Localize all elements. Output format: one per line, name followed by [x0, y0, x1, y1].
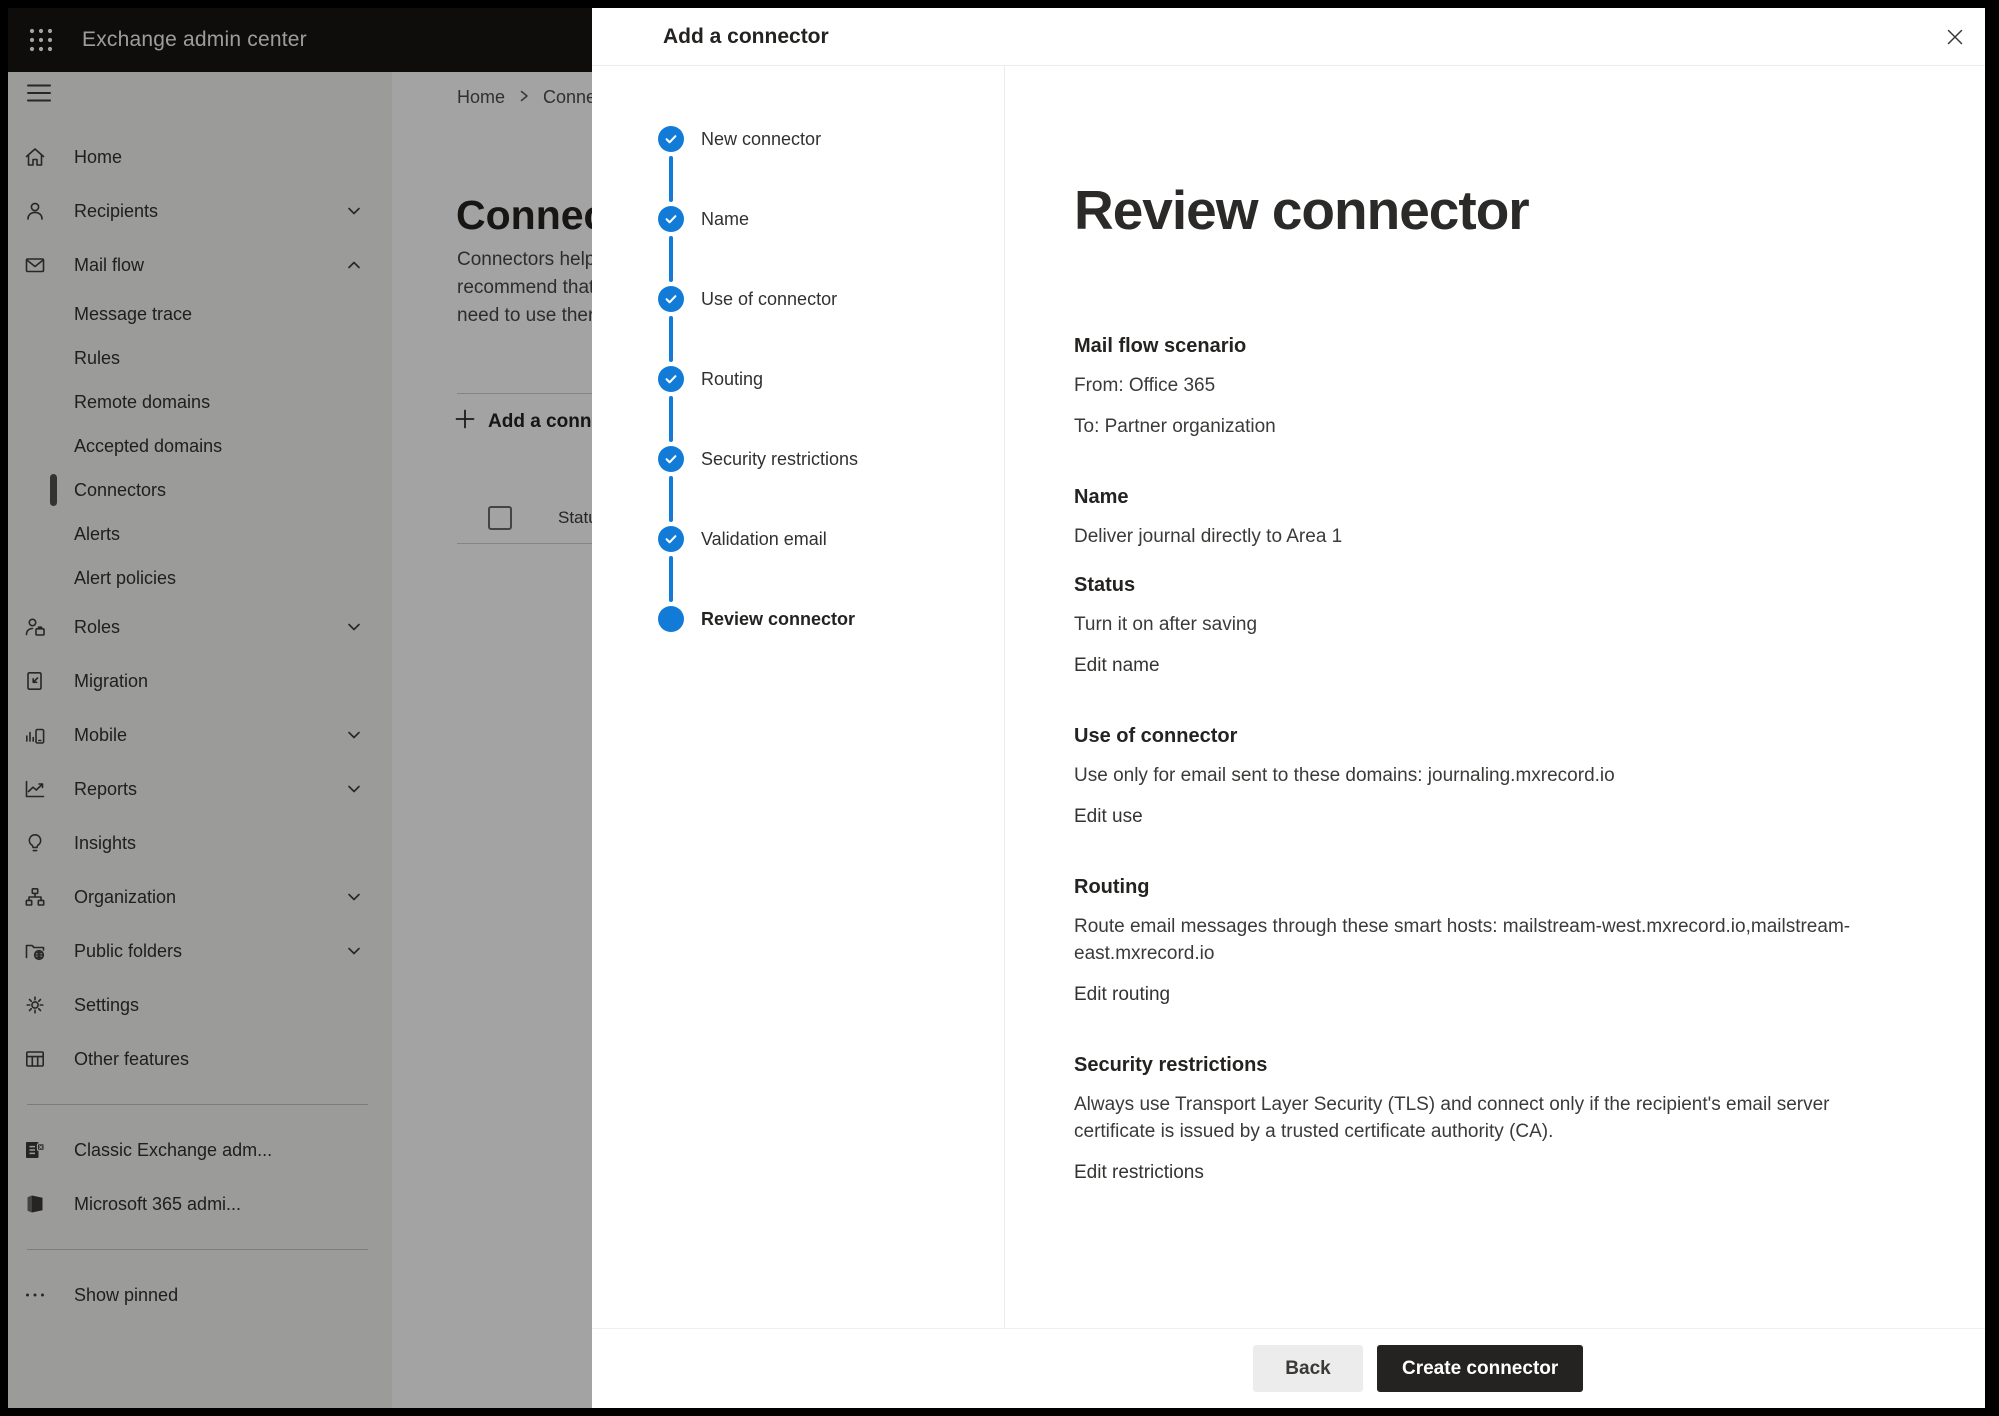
wizard-step-label: Security restrictions — [701, 449, 858, 470]
wizard-step-label: Name — [701, 209, 749, 230]
review-value-text: To: Partner organization — [1074, 413, 1858, 440]
edit-restrictions-link[interactable]: Edit restrictions — [1074, 1159, 1204, 1186]
review-summary: Mail flow scenario From: Office 365 To: Pa… — [1074, 335, 1985, 1186]
review-value-text: Turn it on after saving — [1074, 611, 1858, 638]
review-section-title: Name — [1074, 486, 1858, 509]
review-value-text: Route email messages through these smart… — [1074, 913, 1858, 967]
wizard-step-label: Validation email — [701, 529, 827, 550]
edit-use-link[interactable]: Edit use — [1074, 803, 1143, 830]
review-value-text: From: Office 365 — [1074, 372, 1858, 399]
back-button[interactable]: Back — [1253, 1345, 1363, 1392]
review-section-title: Security restrictions — [1074, 1054, 1858, 1077]
step-complete-check-icon — [658, 206, 684, 232]
step-current-dot-icon — [658, 606, 684, 632]
wizard-stepper: New connector Name Use of connector Rout… — [592, 66, 1005, 1328]
modal-body: New connector Name Use of connector Rout… — [592, 66, 1985, 1328]
review-heading: Review connector — [1074, 180, 1985, 240]
review-panel: Review connector Mail flow scenario From:… — [1005, 66, 1985, 1328]
wizard-step-label: Use of connector — [701, 289, 837, 310]
wizard-step-use-of-connector[interactable]: Use of connector — [592, 259, 1004, 339]
review-section-title: Use of connector — [1074, 725, 1858, 748]
add-connector-modal: Add a connector New connector Name Use o… — [592, 8, 1985, 1408]
edit-routing-link[interactable]: Edit routing — [1074, 981, 1170, 1008]
review-value-text: Always use Transport Layer Security (TLS… — [1074, 1091, 1858, 1145]
step-complete-check-icon — [658, 446, 684, 472]
close-icon[interactable] — [1937, 19, 1973, 55]
review-section-title: Mail flow scenario — [1074, 335, 1858, 358]
review-value-text: Use only for email sent to these domains… — [1074, 762, 1858, 789]
step-complete-check-icon — [658, 366, 684, 392]
wizard-step-review-connector[interactable]: Review connector — [592, 579, 1004, 659]
create-connector-button[interactable]: Create connector — [1377, 1345, 1583, 1392]
step-complete-check-icon — [658, 126, 684, 152]
modal-header: Add a connector — [592, 8, 1985, 66]
wizard-step-security-restrictions[interactable]: Security restrictions — [592, 419, 1004, 499]
wizard-step-validation-email[interactable]: Validation email — [592, 499, 1004, 579]
review-section-title: Status — [1074, 574, 1858, 597]
wizard-step-label: Routing — [701, 369, 763, 390]
step-complete-check-icon — [658, 526, 684, 552]
step-complete-check-icon — [658, 286, 684, 312]
review-value-text: Deliver journal directly to Area 1 — [1074, 523, 1858, 550]
wizard-step-new-connector[interactable]: New connector — [592, 99, 1004, 179]
edit-name-link[interactable]: Edit name — [1074, 652, 1160, 679]
wizard-step-name[interactable]: Name — [592, 179, 1004, 259]
wizard-step-label: Review connector — [701, 609, 855, 630]
wizard-step-routing[interactable]: Routing — [592, 339, 1004, 419]
modal-title: Add a connector — [663, 25, 829, 49]
app-screen: Exchange admin center Home Recipients Ma… — [8, 8, 1985, 1408]
wizard-step-label: New connector — [701, 129, 821, 150]
modal-footer: Back Create connector — [592, 1328, 1985, 1408]
review-section-title: Routing — [1074, 876, 1858, 899]
